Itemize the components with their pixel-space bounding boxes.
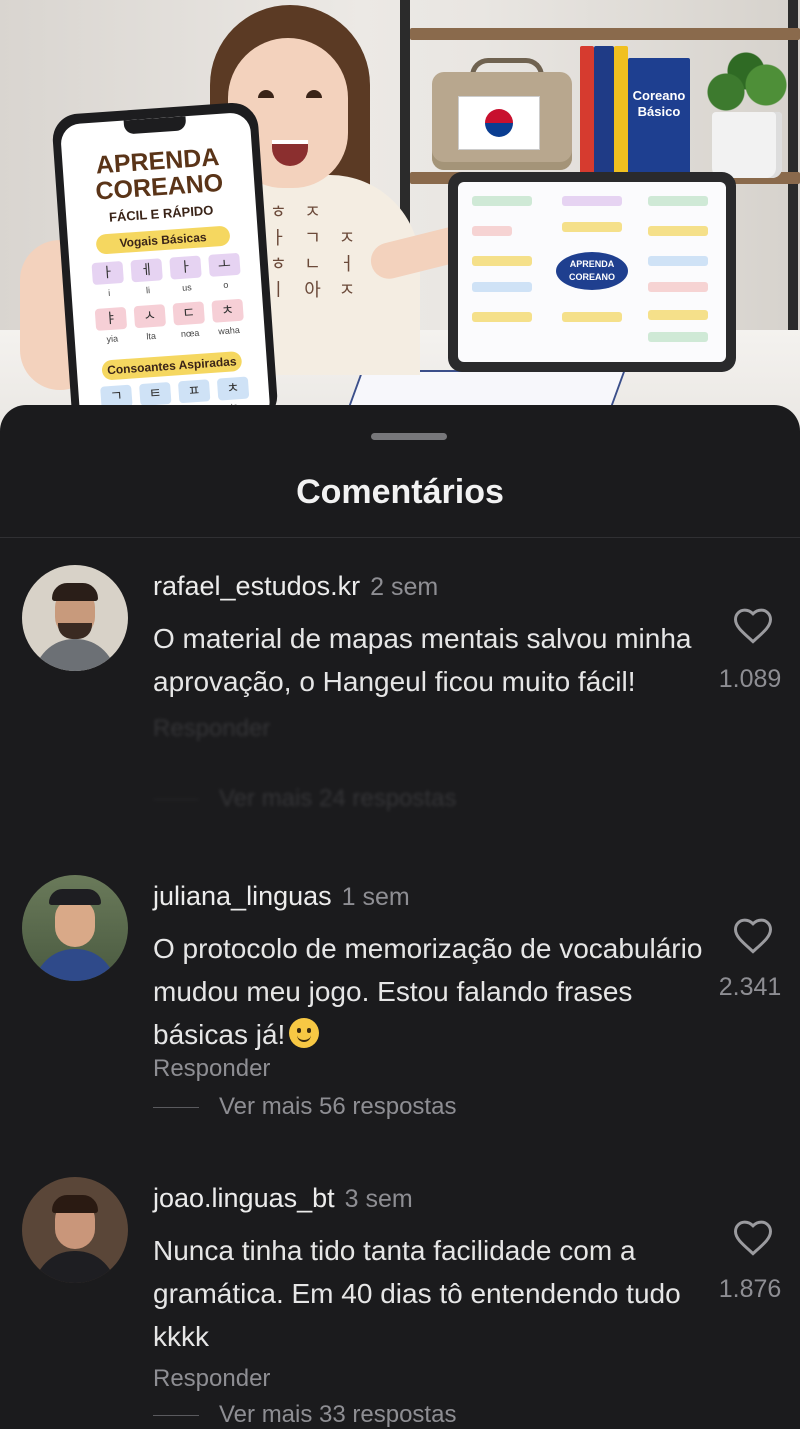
mind-map-node [648, 226, 708, 236]
comment-text: Nunca tinha tido tanta facilidade com a … [153, 1235, 681, 1352]
mind-map-node [562, 312, 622, 322]
comment-username[interactable]: juliana_linguas 1 sem [153, 881, 410, 912]
avatar[interactable] [22, 1177, 128, 1283]
hangul-cell: ㅗ [208, 252, 241, 277]
mind-map-node [472, 256, 532, 266]
mind-map-node [648, 196, 708, 206]
caption: nœa [180, 327, 200, 340]
book-coreano-basico: Coreano Básico [628, 58, 690, 174]
mind-map-node [648, 310, 708, 320]
tablet-mockup: APRENDA COREANO [448, 172, 736, 372]
phone-mockup: APRENDA COREANO FÁCIL E RÁPIDO Vogais Bá… [51, 101, 279, 435]
mind-map: APRENDA COREANO [458, 182, 726, 362]
avatar[interactable] [22, 565, 128, 671]
hangul-cell: ㅊ [216, 376, 250, 401]
heart-icon[interactable] [732, 605, 774, 645]
divider [0, 537, 800, 538]
mind-map-node [472, 196, 532, 206]
username[interactable]: joao.linguas_bt [153, 1183, 335, 1213]
phone-notch [123, 116, 187, 135]
comment-text-body: O protocolo de memorização de vocabulári… [153, 933, 703, 1050]
mind-map-center-line: COREANO [568, 272, 615, 282]
reply-button[interactable]: Responder [153, 1055, 270, 1083]
heart-icon[interactable] [732, 915, 774, 955]
phone-section-consonants: Consoantes Aspiradas [101, 350, 243, 381]
comment-username[interactable]: rafael_estudos.kr 2 sem [153, 571, 438, 602]
phone-title: APRENDA COREANO [62, 142, 255, 207]
view-replies-button[interactable]: Ver mais 56 respostas [153, 1093, 456, 1121]
view-replies-label: Ver mais 24 respostas [219, 785, 457, 812]
like-count: 2.341 [718, 973, 782, 1001]
caption: lta [146, 330, 157, 342]
hangul-cell: ㄷ [172, 301, 205, 326]
comment-text: O protocolo de memorização de vocabulári… [153, 927, 718, 1056]
comment-time: 2 sem [370, 573, 439, 601]
plant-pot [712, 112, 782, 178]
promo-image: Coreano Básico ㅎ ㅈㅏ ㄱ ㅈㅎ ㄴ ㅓㅣ 아 ㅈ APREND… [0, 0, 800, 440]
reply-button[interactable]: Responder [153, 715, 270, 743]
mind-map-node [472, 282, 532, 292]
book-title: Coreano Básico [632, 88, 686, 119]
mind-map-node [648, 282, 708, 292]
caption: li [145, 285, 151, 296]
phone-section-vowels: Vogais Básicas [95, 225, 231, 255]
view-replies-button[interactable]: Ver mais 33 respostas [153, 1401, 456, 1429]
hangul-cell: ㅏ [91, 260, 124, 286]
comment-time: 3 sem [344, 1185, 413, 1213]
reply-button[interactable]: Responder [153, 1365, 270, 1393]
view-replies-label: Ver mais 33 respostas [219, 1401, 457, 1428]
avatar[interactable] [22, 875, 128, 981]
hangul-cell: ㅊ [211, 298, 244, 323]
view-replies-button[interactable]: Ver mais 24 respostas [153, 785, 456, 813]
caption: us [181, 282, 193, 293]
mind-map-node [472, 312, 532, 322]
comment-text: O material de mapas mentais salvou minha… [153, 623, 692, 697]
comment-time: 1 sem [341, 883, 410, 911]
shelf [410, 28, 800, 40]
mind-map-node [472, 226, 512, 236]
hangul-cell: ㅑ [94, 306, 128, 331]
mind-map-center: APRENDA COREANO [556, 252, 628, 290]
shelf-post [788, 0, 798, 330]
mind-map-node [648, 332, 708, 342]
book [594, 46, 614, 174]
sheet-title: Comentários [296, 473, 504, 511]
hangul-cell: ㅏ [169, 255, 202, 280]
username[interactable]: rafael_estudos.kr [153, 571, 360, 601]
caption: yia [106, 333, 119, 345]
mind-map-node [562, 222, 622, 232]
book [580, 46, 594, 174]
view-replies-label: Ver mais 56 respostas [219, 1093, 457, 1120]
comments-sheet: Comentários rafael_estudos.kr 2 sem O mat… [0, 405, 800, 1428]
like-count: 1.089 [718, 665, 782, 693]
caption: o [222, 279, 229, 290]
korean-flag-icon [458, 96, 540, 150]
caption: i [107, 287, 111, 299]
mind-map-center-line: APRENDA [569, 259, 615, 269]
plant [696, 50, 796, 120]
phone-screen: APRENDA COREANO FÁCIL E RÁPIDO Vogais Bá… [59, 111, 271, 435]
hangul-cell: ㅍ [177, 379, 211, 404]
hangul-cell: ㅌ [139, 381, 172, 407]
hangul-cell: ㅔ [130, 258, 163, 283]
mind-map-node [562, 196, 622, 206]
smiling-face-icon [289, 1018, 320, 1048]
comment-username[interactable]: joao.linguas_bt 3 sem [153, 1183, 413, 1214]
username[interactable]: juliana_linguas [153, 881, 332, 911]
heart-icon[interactable] [732, 1217, 774, 1257]
mind-map-node [648, 256, 708, 266]
like-count: 1.876 [718, 1275, 782, 1303]
hangul-cell: ㅅ [133, 304, 167, 329]
caption: waha [217, 324, 241, 337]
drag-handle[interactable] [371, 433, 447, 440]
book [614, 46, 628, 174]
